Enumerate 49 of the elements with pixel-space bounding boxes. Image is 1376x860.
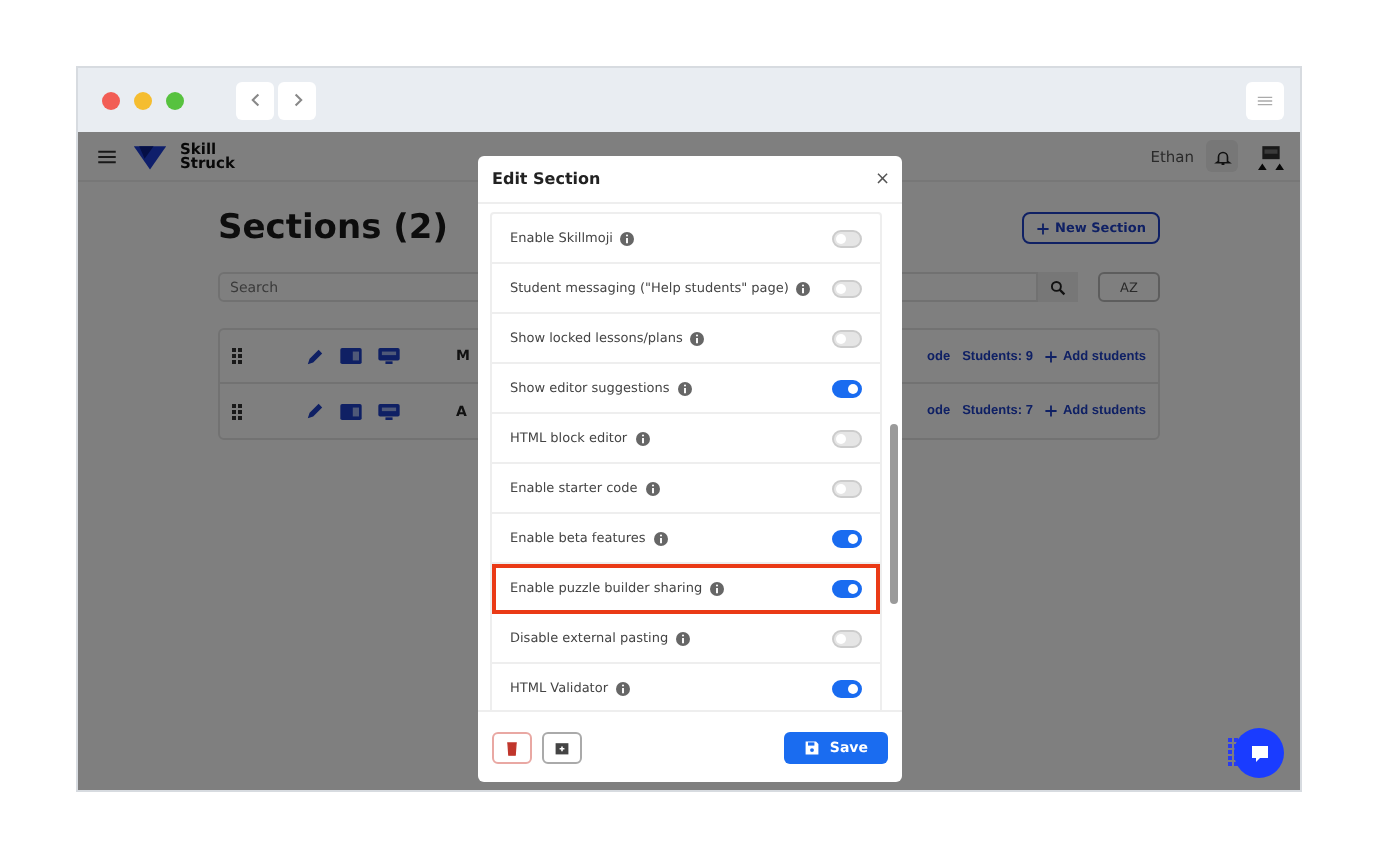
box-icon — [554, 739, 570, 755]
search-button[interactable] — [1038, 272, 1078, 302]
info-icon[interactable] — [677, 381, 692, 395]
back-button[interactable] — [236, 81, 274, 119]
info-icon[interactable] — [676, 631, 691, 645]
dialog-title: Edit Section — [492, 170, 601, 188]
trash-icon — [504, 739, 520, 755]
minimize-window-dot[interactable] — [134, 91, 152, 109]
plus-icon — [1044, 349, 1059, 363]
search-icon — [1050, 279, 1066, 295]
info-icon[interactable] — [616, 681, 630, 695]
monitor-icon[interactable] — [378, 348, 400, 364]
close-button[interactable]: × — [874, 169, 890, 189]
forward-button[interactable] — [278, 81, 316, 119]
toggle-switch[interactable] — [832, 379, 862, 397]
bell-icon — [1213, 147, 1231, 165]
plus-icon — [1035, 221, 1049, 235]
toggle-switch[interactable] — [832, 579, 862, 597]
chat-button[interactable] — [1234, 728, 1284, 778]
plus-icon — [1044, 404, 1059, 418]
drag-handle-icon[interactable] — [232, 403, 242, 419]
drag-handle-icon[interactable] — [232, 348, 242, 364]
speech-bubble-icon — [1247, 741, 1271, 765]
chevron-left-icon — [247, 92, 263, 108]
archive-button[interactable] — [542, 731, 582, 763]
pencil-icon[interactable] — [306, 347, 324, 365]
menu-icon[interactable] — [98, 149, 116, 163]
scrollbar-thumb[interactable] — [890, 424, 898, 604]
info-icon[interactable] — [645, 481, 660, 495]
info-icon[interactable] — [635, 431, 650, 445]
avatar-icon[interactable] — [1258, 143, 1284, 169]
info-icon[interactable] — [690, 331, 705, 345]
logo-icon — [132, 141, 168, 171]
info-icon[interactable] — [653, 531, 668, 545]
monitor-icon[interactable] — [378, 403, 400, 419]
info-icon[interactable] — [796, 281, 811, 295]
delete-button[interactable] — [492, 731, 532, 763]
toggle-switch[interactable] — [832, 679, 862, 697]
book-icon[interactable] — [340, 403, 362, 419]
info-icon[interactable] — [710, 581, 725, 595]
pencil-icon[interactable] — [306, 402, 324, 420]
maximize-window-dot[interactable] — [166, 91, 184, 109]
notifications-button[interactable] — [1206, 140, 1238, 172]
page-title: Sections (2) — [218, 208, 448, 248]
menu-icon — [1256, 91, 1274, 109]
chevron-right-icon — [289, 92, 305, 108]
info-icon[interactable] — [620, 231, 635, 245]
close-window-dot[interactable] — [102, 91, 120, 109]
toggle-switch[interactable] — [832, 529, 862, 547]
